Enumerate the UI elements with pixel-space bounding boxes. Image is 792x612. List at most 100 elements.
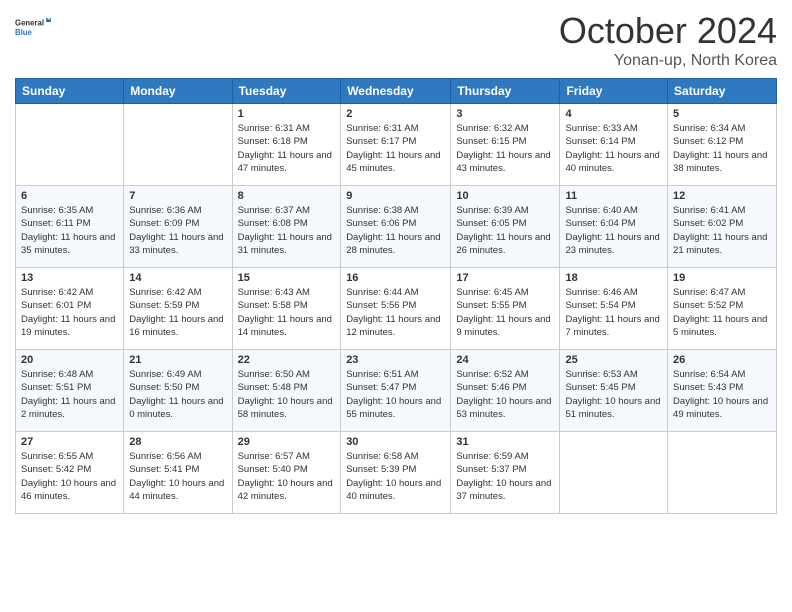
day-info: Sunrise: 6:52 AMSunset: 5:46 PMDaylight:… [456, 368, 554, 421]
day-info: Sunrise: 6:33 AMSunset: 6:14 PMDaylight:… [565, 122, 662, 175]
day-info: Sunrise: 6:53 AMSunset: 5:45 PMDaylight:… [565, 368, 662, 421]
day-info: Sunrise: 6:41 AMSunset: 6:02 PMDaylight:… [673, 204, 771, 257]
day-info: Sunrise: 6:54 AMSunset: 5:43 PMDaylight:… [673, 368, 771, 421]
day-number: 6 [21, 190, 118, 202]
day-number: 11 [565, 190, 662, 202]
day-number: 29 [238, 436, 336, 448]
svg-text:Blue: Blue [15, 28, 33, 37]
calendar-cell-3-2: 22 Sunrise: 6:50 AMSunset: 5:48 PMDayligh… [232, 350, 341, 432]
day-number: 16 [346, 272, 445, 284]
day-info: Sunrise: 6:40 AMSunset: 6:04 PMDaylight:… [565, 204, 662, 257]
day-info: Sunrise: 6:48 AMSunset: 5:51 PMDaylight:… [21, 368, 118, 421]
calendar-header-row: Sunday Monday Tuesday Wednesday Thursday… [16, 79, 777, 104]
day-info: Sunrise: 6:35 AMSunset: 6:11 PMDaylight:… [21, 204, 118, 257]
calendar-cell-1-3: 9 Sunrise: 6:38 AMSunset: 6:06 PMDaylight… [341, 186, 451, 268]
day-number: 25 [565, 354, 662, 366]
logo: General Blue [15, 10, 51, 46]
day-number: 5 [673, 108, 771, 120]
day-info: Sunrise: 6:32 AMSunset: 6:15 PMDaylight:… [456, 122, 554, 175]
header: General Blue October 2024 Yonan-up, Nort… [15, 10, 777, 70]
day-number: 22 [238, 354, 336, 366]
calendar-cell-2-3: 16 Sunrise: 6:44 AMSunset: 5:56 PMDayligh… [341, 268, 451, 350]
day-number: 21 [129, 354, 226, 366]
header-tuesday: Tuesday [232, 79, 341, 104]
day-number: 3 [456, 108, 554, 120]
day-number: 31 [456, 436, 554, 448]
day-info: Sunrise: 6:36 AMSunset: 6:09 PMDaylight:… [129, 204, 226, 257]
day-number: 28 [129, 436, 226, 448]
day-info: Sunrise: 6:42 AMSunset: 6:01 PMDaylight:… [21, 286, 118, 339]
day-info: Sunrise: 6:55 AMSunset: 5:42 PMDaylight:… [21, 450, 118, 503]
calendar-cell-4-3: 30 Sunrise: 6:58 AMSunset: 5:39 PMDayligh… [341, 432, 451, 514]
header-saturday: Saturday [668, 79, 777, 104]
calendar-cell-2-0: 13 Sunrise: 6:42 AMSunset: 6:01 PMDayligh… [16, 268, 124, 350]
svg-text:General: General [15, 19, 44, 28]
location: Yonan-up, North Korea [559, 52, 777, 70]
day-number: 26 [673, 354, 771, 366]
calendar-cell-1-2: 8Sunrise: 6:37 AMSunset: 6:08 PMDaylight… [232, 186, 341, 268]
calendar-cell-0-0 [16, 104, 124, 186]
week-row-2: 13 Sunrise: 6:42 AMSunset: 6:01 PMDayligh… [16, 268, 777, 350]
day-info: Sunrise: 6:56 AMSunset: 5:41 PMDaylight:… [129, 450, 226, 503]
calendar-cell-4-5 [560, 432, 668, 514]
header-wednesday: Wednesday [341, 79, 451, 104]
calendar-cell-3-4: 24Sunrise: 6:52 AMSunset: 5:46 PMDayligh… [451, 350, 560, 432]
calendar-cell-3-6: 26 Sunrise: 6:54 AMSunset: 5:43 PMDayligh… [668, 350, 777, 432]
calendar-cell-1-4: 10 Sunrise: 6:39 AMSunset: 6:05 PMDayligh… [451, 186, 560, 268]
day-number: 17 [456, 272, 554, 284]
day-number: 13 [21, 272, 118, 284]
day-info: Sunrise: 6:44 AMSunset: 5:56 PMDaylight:… [346, 286, 445, 339]
calendar-cell-0-3: 2Sunrise: 6:31 AMSunset: 6:17 PMDaylight… [341, 104, 451, 186]
day-info: Sunrise: 6:31 AMSunset: 6:17 PMDaylight:… [346, 122, 445, 175]
day-info: Sunrise: 6:39 AMSunset: 6:05 PMDaylight:… [456, 204, 554, 257]
calendar-cell-2-6: 19 Sunrise: 6:47 AMSunset: 5:52 PMDayligh… [668, 268, 777, 350]
calendar-cell-0-4: 3 Sunrise: 6:32 AMSunset: 6:15 PMDaylight… [451, 104, 560, 186]
day-info: Sunrise: 6:51 AMSunset: 5:47 PMDaylight:… [346, 368, 445, 421]
day-info: Sunrise: 6:49 AMSunset: 5:50 PMDaylight:… [129, 368, 226, 421]
day-number: 10 [456, 190, 554, 202]
title-block: October 2024 Yonan-up, North Korea [559, 10, 777, 70]
header-thursday: Thursday [451, 79, 560, 104]
calendar-cell-4-0: 27 Sunrise: 6:55 AMSunset: 5:42 PMDayligh… [16, 432, 124, 514]
day-number: 15 [238, 272, 336, 284]
week-row-4: 27 Sunrise: 6:55 AMSunset: 5:42 PMDayligh… [16, 432, 777, 514]
header-sunday: Sunday [16, 79, 124, 104]
day-number: 8 [238, 190, 336, 202]
page: General Blue October 2024 Yonan-up, Nort… [0, 0, 792, 612]
day-number: 30 [346, 436, 445, 448]
day-number: 1 [238, 108, 336, 120]
calendar-cell-4-2: 29Sunrise: 6:57 AMSunset: 5:40 PMDayligh… [232, 432, 341, 514]
day-number: 19 [673, 272, 771, 284]
day-number: 23 [346, 354, 445, 366]
day-number: 14 [129, 272, 226, 284]
day-number: 9 [346, 190, 445, 202]
calendar-cell-3-5: 25 Sunrise: 6:53 AMSunset: 5:45 PMDayligh… [560, 350, 668, 432]
day-number: 7 [129, 190, 226, 202]
day-info: Sunrise: 6:34 AMSunset: 6:12 PMDaylight:… [673, 122, 771, 175]
day-info: Sunrise: 6:42 AMSunset: 5:59 PMDaylight:… [129, 286, 226, 339]
month-title: October 2024 [559, 10, 777, 52]
header-friday: Friday [560, 79, 668, 104]
day-info: Sunrise: 6:50 AMSunset: 5:48 PMDaylight:… [238, 368, 336, 421]
day-info: Sunrise: 6:38 AMSunset: 6:06 PMDaylight:… [346, 204, 445, 257]
day-info: Sunrise: 6:46 AMSunset: 5:54 PMDaylight:… [565, 286, 662, 339]
calendar-cell-4-6 [668, 432, 777, 514]
day-number: 27 [21, 436, 118, 448]
day-number: 18 [565, 272, 662, 284]
day-number: 12 [673, 190, 771, 202]
day-info: Sunrise: 6:47 AMSunset: 5:52 PMDaylight:… [673, 286, 771, 339]
day-info: Sunrise: 6:58 AMSunset: 5:39 PMDaylight:… [346, 450, 445, 503]
calendar-cell-3-3: 23 Sunrise: 6:51 AMSunset: 5:47 PMDayligh… [341, 350, 451, 432]
calendar-cell-0-1 [124, 104, 232, 186]
header-monday: Monday [124, 79, 232, 104]
day-number: 4 [565, 108, 662, 120]
calendar-table: Sunday Monday Tuesday Wednesday Thursday… [15, 78, 777, 514]
calendar-cell-3-1: 21 Sunrise: 6:49 AMSunset: 5:50 PMDayligh… [124, 350, 232, 432]
calendar-cell-0-2: 1Sunrise: 6:31 AMSunset: 6:18 PMDaylight… [232, 104, 341, 186]
calendar-cell-1-0: 6 Sunrise: 6:35 AMSunset: 6:11 PMDaylight… [16, 186, 124, 268]
calendar-cell-0-5: 4 Sunrise: 6:33 AMSunset: 6:14 PMDaylight… [560, 104, 668, 186]
calendar-cell-2-5: 18 Sunrise: 6:46 AMSunset: 5:54 PMDayligh… [560, 268, 668, 350]
week-row-3: 20 Sunrise: 6:48 AMSunset: 5:51 PMDayligh… [16, 350, 777, 432]
day-number: 20 [21, 354, 118, 366]
calendar-cell-1-5: 11 Sunrise: 6:40 AMSunset: 6:04 PMDayligh… [560, 186, 668, 268]
